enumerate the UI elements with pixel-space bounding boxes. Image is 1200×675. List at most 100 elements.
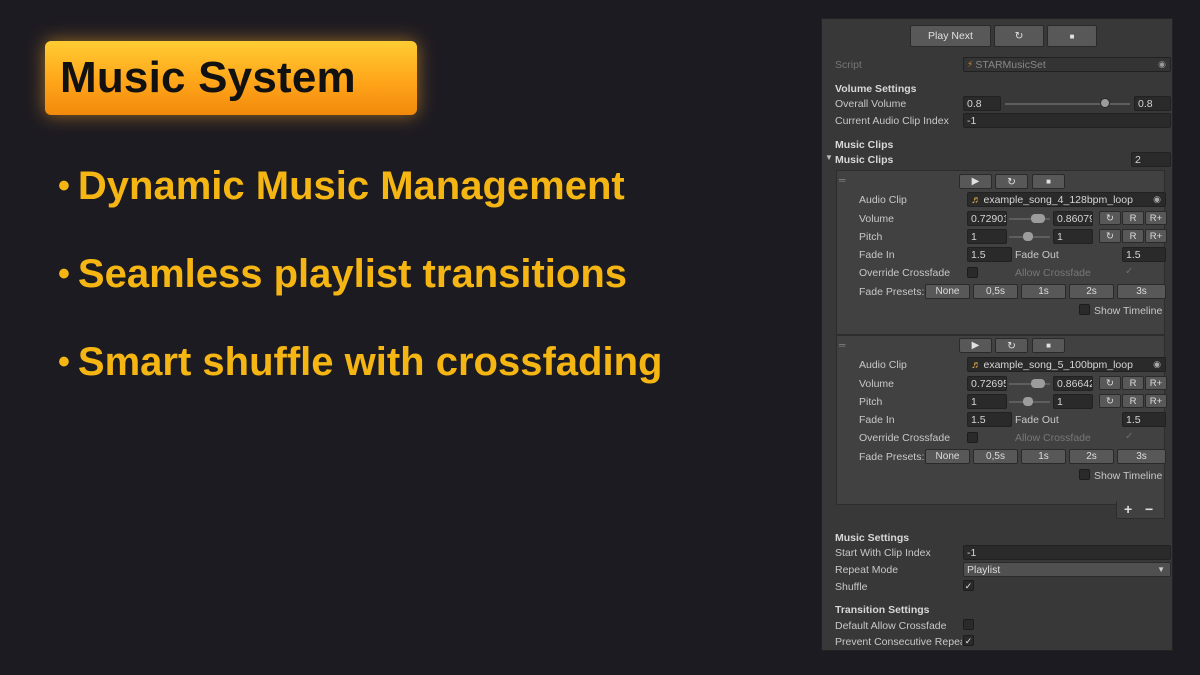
pitch-max-input[interactable]: 1 bbox=[1053, 394, 1093, 409]
restart-clip-icon[interactable]: ↻ bbox=[995, 174, 1028, 189]
volume-range-slider[interactable] bbox=[1009, 377, 1050, 391]
volume-min-input[interactable]: 0.72695 bbox=[967, 376, 1007, 391]
fade-in-input[interactable]: 1.5 bbox=[967, 247, 1012, 262]
repeat-mode-label: Repeat Mode bbox=[835, 564, 899, 576]
restart-clip-icon[interactable]: ↻ bbox=[995, 338, 1028, 353]
bullet-text: Smart shuffle with crossfading bbox=[77, 340, 663, 384]
object-picker-icon[interactable]: ◉ bbox=[1153, 194, 1161, 205]
audio-file-icon: ♬ bbox=[971, 193, 982, 206]
volume-max-input[interactable]: 0.86079 bbox=[1053, 211, 1093, 226]
music-clips-header: Music Clips bbox=[835, 139, 894, 151]
preset-2s-button[interactable]: 2s bbox=[1069, 284, 1114, 299]
fade-out-input[interactable]: 1.5 bbox=[1122, 412, 1166, 427]
pitch-min-input[interactable]: 1 bbox=[967, 394, 1007, 409]
reset-pitch-icon[interactable]: ↻ bbox=[1099, 229, 1121, 243]
reset-pitch-icon[interactable]: ↻ bbox=[1099, 394, 1121, 408]
randomize-plus-volume-button[interactable]: R+ bbox=[1145, 211, 1167, 225]
fade-out-label: Fade Out bbox=[1015, 249, 1059, 261]
current-clip-index-label: Current Audio Clip Index bbox=[835, 115, 949, 127]
script-label: Script bbox=[835, 59, 862, 71]
shuffle-checkbox[interactable]: ✓ bbox=[963, 580, 974, 591]
music-clips-count[interactable]: 2 bbox=[1131, 152, 1171, 167]
show-timeline-checkbox[interactable] bbox=[1079, 469, 1090, 480]
fade-presets-label: Fade Presets: bbox=[859, 286, 925, 298]
add-element-button[interactable]: + bbox=[1124, 501, 1132, 517]
preset-none-button[interactable]: None bbox=[925, 284, 970, 299]
override-crossfade-checkbox[interactable] bbox=[967, 432, 978, 443]
preset-2s-button[interactable]: 2s bbox=[1069, 449, 1114, 464]
clip-element: ═ ▶ ↻ ■ Audio Clip ♬ example_song_4_128b… bbox=[836, 170, 1167, 335]
object-picker-icon[interactable]: ◉ bbox=[1153, 359, 1161, 370]
prevent-consecutive-repeat-checkbox[interactable]: ✓ bbox=[963, 635, 974, 646]
show-timeline-checkbox[interactable] bbox=[1079, 304, 1090, 315]
object-picker-icon[interactable]: ◉ bbox=[1158, 59, 1166, 70]
randomize-plus-volume-button[interactable]: R+ bbox=[1145, 376, 1167, 390]
remove-element-button[interactable]: − bbox=[1145, 501, 1153, 517]
overall-volume-slider[interactable] bbox=[1005, 97, 1130, 111]
range-handle[interactable] bbox=[1031, 379, 1045, 388]
volume-range-slider[interactable] bbox=[1009, 212, 1050, 226]
drag-handle-icon[interactable]: ═ bbox=[839, 340, 845, 350]
range-handle[interactable] bbox=[1023, 232, 1033, 241]
fade-out-input[interactable]: 1.5 bbox=[1122, 247, 1166, 262]
list-footer: + − bbox=[1116, 501, 1165, 519]
randomize-plus-pitch-button[interactable]: R+ bbox=[1145, 394, 1167, 408]
pitch-range-slider[interactable] bbox=[1009, 395, 1050, 409]
range-handle[interactable] bbox=[1023, 397, 1033, 406]
fade-presets-label: Fade Presets: bbox=[859, 451, 925, 463]
bullet-text: Dynamic Music Management bbox=[77, 164, 625, 208]
start-clip-index-input[interactable]: -1 bbox=[963, 545, 1171, 560]
audio-clip-field[interactable]: ♬ example_song_5_100bpm_loop ◉ bbox=[967, 357, 1166, 372]
play-clip-icon[interactable]: ▶ bbox=[959, 174, 992, 189]
slide-title: Music System bbox=[60, 53, 356, 102]
preset-none-button[interactable]: None bbox=[925, 449, 970, 464]
default-allow-crossfade-checkbox[interactable] bbox=[963, 619, 974, 630]
stop-icon[interactable]: ■ bbox=[1047, 25, 1097, 47]
pitch-min-input[interactable]: 1 bbox=[967, 229, 1007, 244]
override-crossfade-checkbox[interactable] bbox=[967, 267, 978, 278]
preset-3s-button[interactable]: 3s bbox=[1117, 449, 1166, 464]
reset-volume-icon[interactable]: ↻ bbox=[1099, 211, 1121, 225]
bullet-dot-icon: • bbox=[58, 343, 70, 381]
allow-crossfade-checkbox[interactable]: ✓ bbox=[1125, 431, 1133, 442]
play-clip-icon[interactable]: ▶ bbox=[959, 338, 992, 353]
range-handle[interactable] bbox=[1031, 214, 1045, 223]
randomize-pitch-button[interactable]: R bbox=[1122, 394, 1144, 408]
preset-0-5s-button[interactable]: 0,5s bbox=[973, 284, 1018, 299]
audio-clip-field[interactable]: ♬ example_song_4_128bpm_loop ◉ bbox=[967, 192, 1166, 207]
pitch-max-input[interactable]: 1 bbox=[1053, 229, 1093, 244]
start-clip-index-label: Start With Clip Index bbox=[835, 547, 931, 559]
bullet-item: • Dynamic Music Management bbox=[58, 164, 625, 209]
volume-max-input[interactable]: 0.86642 bbox=[1053, 376, 1093, 391]
allow-crossfade-checkbox[interactable]: ✓ bbox=[1125, 266, 1133, 277]
preset-3s-button[interactable]: 3s bbox=[1117, 284, 1166, 299]
randomize-volume-button[interactable]: R bbox=[1122, 376, 1144, 390]
bullet-dot-icon: • bbox=[58, 167, 70, 205]
preset-0-5s-button[interactable]: 0,5s bbox=[973, 449, 1018, 464]
preset-1s-button[interactable]: 1s bbox=[1021, 449, 1066, 464]
foldout-arrow-icon[interactable]: ▼ bbox=[825, 153, 833, 162]
repeat-mode-dropdown[interactable]: Playlist ▼ bbox=[963, 562, 1171, 577]
stop-clip-icon[interactable]: ■ bbox=[1032, 174, 1065, 189]
randomize-pitch-button[interactable]: R bbox=[1122, 229, 1144, 243]
pitch-range-slider[interactable] bbox=[1009, 230, 1050, 244]
overall-volume-input[interactable]: 0.8 bbox=[963, 96, 1001, 111]
transition-settings-header: Transition Settings bbox=[835, 604, 930, 616]
fade-in-label: Fade In bbox=[859, 249, 895, 261]
preset-1s-button[interactable]: 1s bbox=[1021, 284, 1066, 299]
music-clips-list-label[interactable]: Music Clips bbox=[835, 154, 893, 166]
volume-min-input[interactable]: 0.72901 bbox=[967, 211, 1007, 226]
volume-label: Volume bbox=[859, 213, 895, 225]
randomize-plus-pitch-button[interactable]: R+ bbox=[1145, 229, 1167, 243]
current-clip-index-input[interactable]: -1 bbox=[963, 113, 1171, 128]
overall-volume-field[interactable]: 0.8 bbox=[1134, 96, 1171, 111]
play-next-button[interactable]: Play Next bbox=[910, 25, 991, 47]
drag-handle-icon[interactable]: ═ bbox=[839, 175, 845, 185]
restart-icon[interactable]: ↻ bbox=[994, 25, 1044, 47]
randomize-volume-button[interactable]: R bbox=[1122, 211, 1144, 225]
stop-clip-icon[interactable]: ■ bbox=[1032, 338, 1065, 353]
reset-volume-icon[interactable]: ↻ bbox=[1099, 376, 1121, 390]
fade-in-input[interactable]: 1.5 bbox=[967, 412, 1012, 427]
bullet-item: • Seamless playlist transitions bbox=[58, 252, 627, 297]
slider-handle[interactable] bbox=[1100, 98, 1110, 108]
